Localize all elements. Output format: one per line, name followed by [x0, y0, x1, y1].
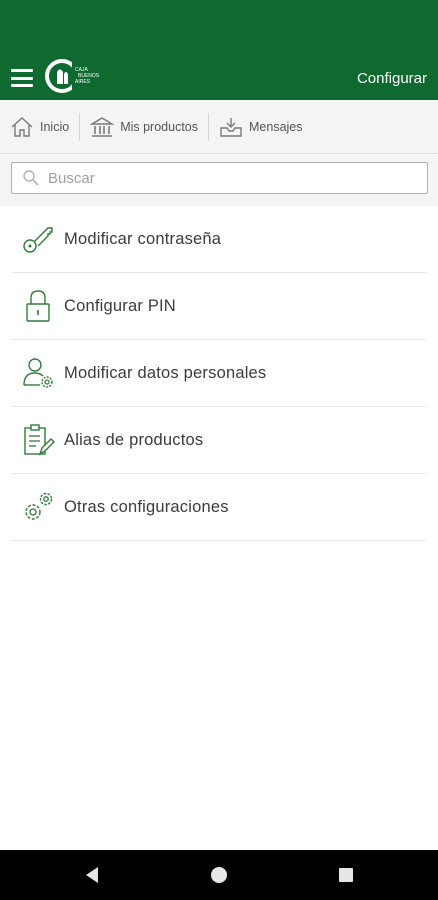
settings-menu: Modificar contraseña Configurar PIN Modi…	[12, 206, 426, 541]
search-bar	[0, 154, 438, 206]
search-icon	[23, 170, 39, 186]
menu-item-label: Alias de productos	[64, 430, 204, 449]
search-box[interactable]	[11, 162, 428, 194]
menu-item-alias-de-productos[interactable]: Alias de productos	[12, 407, 426, 474]
bank-logo: CAJA BUENOS AIRES	[45, 58, 107, 94]
bank-icon	[90, 116, 115, 137]
nav-item-label: Mis productos	[120, 119, 198, 134]
menu-item-modificar-contrasena[interactable]: Modificar contraseña	[12, 206, 426, 273]
system-nav-bar	[0, 850, 438, 900]
clipboard-edit-icon	[18, 420, 58, 460]
search-input[interactable]	[48, 169, 388, 187]
home-icon	[11, 116, 33, 137]
configure-header-button[interactable]: Configurar	[357, 70, 427, 87]
svg-text:AIRES: AIRES	[75, 79, 91, 85]
gears-icon	[18, 487, 58, 527]
menu-icon[interactable]	[11, 69, 33, 87]
back-icon[interactable]	[84, 866, 100, 884]
menu-item-label: Modificar datos personales	[64, 363, 267, 382]
nav-item-mensajes[interactable]: Mensajes	[209, 112, 313, 142]
menu-item-label: Modificar contraseña	[64, 229, 222, 248]
menu-item-label: Otras configuraciones	[64, 497, 229, 516]
recents-icon[interactable]	[338, 867, 354, 883]
app-header: CAJA BUENOS AIRES Configurar	[0, 0, 438, 100]
menu-item-modificar-datos-personales[interactable]: Modificar datos personales	[12, 340, 426, 407]
lock-icon	[18, 286, 58, 326]
inbox-icon	[220, 117, 242, 137]
nav-item-label: Inicio	[40, 119, 70, 134]
home-button-icon[interactable]	[210, 866, 228, 884]
menu-item-configurar-pin[interactable]: Configurar PIN	[12, 273, 426, 340]
menu-item-label: Configurar PIN	[64, 296, 176, 315]
user-settings-icon	[18, 353, 58, 393]
key-icon	[18, 219, 58, 259]
nav-item-mis-productos[interactable]: Mis productos	[80, 112, 208, 142]
nav-item-inicio[interactable]: Inicio	[0, 112, 79, 142]
menu-item-otras-configuraciones[interactable]: Otras configuraciones	[12, 474, 426, 541]
nav-item-label: Mensajes	[249, 119, 303, 134]
top-nav: Inicio Mis productos Mensajes	[0, 100, 438, 154]
